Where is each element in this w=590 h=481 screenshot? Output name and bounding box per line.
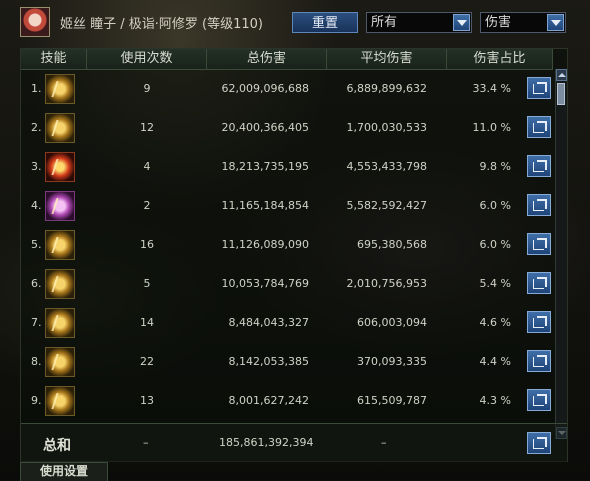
total-damage-cell: 8,142,053,385 <box>228 355 309 368</box>
column-header-uses[interactable]: 使用次数 <box>87 49 207 69</box>
average-damage-cell: 2,010,756,953 <box>346 277 427 290</box>
total-damage-cell: 10,053,784,769 <box>221 277 309 290</box>
total-average-cell: – <box>381 436 387 449</box>
column-header-share[interactable]: 伤害占比 <box>447 49 553 69</box>
uses-cell: 12 <box>140 121 154 134</box>
lightning-skill-icon <box>45 74 75 104</box>
scroll-thumb[interactable] <box>557 83 565 105</box>
burst-skill-icon <box>45 191 75 221</box>
row-index: 8. <box>31 355 42 368</box>
share-icon[interactable] <box>527 194 551 216</box>
table-row[interactable]: 4. 2 11,165,184,854 5,582,592,427 6.0 % <box>21 188 553 225</box>
average-damage-cell: 1,700,030,533 <box>346 121 427 134</box>
row-index: 3. <box>31 160 42 173</box>
share-icon[interactable] <box>527 272 551 294</box>
table-row[interactable]: 3. 4 18,213,735,195 4,553,433,798 9.8 % <box>21 149 553 186</box>
vortex-skill-icon <box>45 386 75 416</box>
average-damage-cell: 615,509,787 <box>357 394 427 407</box>
scroll-up-icon[interactable] <box>556 69 567 81</box>
row-index: 7. <box>31 316 42 329</box>
row-index: 1. <box>31 82 42 95</box>
row-index: 4. <box>31 199 42 212</box>
uses-cell: 22 <box>140 355 154 368</box>
total-damage-cell: 8,484,043,327 <box>228 316 309 329</box>
uses-cell: 9 <box>143 82 151 95</box>
total-label: 总和 <box>43 438 71 454</box>
row-index: 2. <box>31 121 42 134</box>
filter-select-value: 所有 <box>371 15 398 30</box>
reset-button[interactable]: 重置 <box>292 12 358 33</box>
average-damage-cell: 695,380,568 <box>357 238 427 251</box>
chevron-down-icon[interactable] <box>453 14 470 31</box>
share-icon[interactable] <box>527 389 551 411</box>
share-icon[interactable] <box>527 432 551 454</box>
column-header-skill[interactable]: 技能 <box>21 49 87 69</box>
row-index: 6. <box>31 277 42 290</box>
wave-skill-icon <box>45 230 75 260</box>
share-icon[interactable] <box>527 155 551 177</box>
column-header-total[interactable]: 总伤害 <box>207 49 327 69</box>
settings-tab[interactable]: 使用设置 <box>20 462 108 481</box>
total-damage-cell: 18,213,735,195 <box>221 160 309 173</box>
uses-cell: 16 <box>140 238 154 251</box>
figure-skill-icon <box>45 308 75 338</box>
damage-share-cell: 4.3 % <box>479 394 511 407</box>
metric-select[interactable]: 伤害 <box>480 12 566 33</box>
average-damage-cell: 606,003,094 <box>357 316 427 329</box>
table-scrollbar[interactable] <box>555 69 567 439</box>
eye-skill-icon <box>45 152 75 182</box>
damage-share-cell: 4.6 % <box>479 316 511 329</box>
average-damage-cell: 370,093,335 <box>357 355 427 368</box>
row-index: 5. <box>31 238 42 251</box>
share-icon[interactable] <box>527 116 551 138</box>
damage-share-cell: 11.0 % <box>472 121 511 134</box>
total-damage-cell: 20,400,366,405 <box>221 121 309 134</box>
chevron-down-icon[interactable] <box>547 14 564 31</box>
table-row[interactable]: 2. 12 20,400,366,405 1,700,030,533 11.0 … <box>21 110 553 147</box>
table-row[interactable]: 7. 14 8,484,043,327 606,003,094 4.6 % <box>21 305 553 342</box>
table-row[interactable]: 9. 13 8,001,627,242 615,509,787 4.3 % <box>21 383 553 420</box>
table-row[interactable]: 8. 22 8,142,053,385 370,093,335 4.4 % <box>21 344 553 381</box>
total-damage-cell: 11,165,184,854 <box>221 199 309 212</box>
table-row[interactable]: 5. 16 11,126,089,090 695,380,568 6.0 % <box>21 227 553 264</box>
total-damage-sum: 185,861,392,394 <box>219 436 314 449</box>
character-title: 姬丝 瞳子 / 极诣·阿修罗 (等级110) <box>60 17 263 32</box>
share-icon[interactable] <box>527 233 551 255</box>
row-index: 9. <box>31 394 42 407</box>
filter-select[interactable]: 所有 <box>366 12 472 33</box>
slash-skill-icon <box>45 113 75 143</box>
damage-share-cell: 33.4 % <box>472 82 511 95</box>
share-icon[interactable] <box>527 350 551 372</box>
uses-cell: 5 <box>143 277 151 290</box>
share-icon[interactable] <box>527 77 551 99</box>
share-icon[interactable] <box>527 311 551 333</box>
damage-share-cell: 4.4 % <box>479 355 511 368</box>
uses-cell: 14 <box>140 316 154 329</box>
uses-cell: 4 <box>143 160 151 173</box>
damage-table: 技能 使用次数 总伤害 平均伤害 伤害占比 1. 9 62,009,096,68… <box>20 48 568 462</box>
crescent-skill-icon <box>45 347 75 377</box>
total-damage-cell: 62,009,096,688 <box>221 82 309 95</box>
metric-select-value: 伤害 <box>485 15 512 30</box>
average-damage-cell: 4,553,433,798 <box>346 160 427 173</box>
total-damage-cell: 11,126,089,090 <box>221 238 309 251</box>
average-damage-cell: 5,582,592,427 <box>346 199 427 212</box>
table-header: 技能 使用次数 总伤害 平均伤害 伤害占比 <box>21 49 553 70</box>
damage-share-cell: 6.0 % <box>479 238 511 251</box>
character-avatar[interactable] <box>20 7 50 37</box>
uses-cell: 13 <box>140 394 154 407</box>
table-row[interactable]: 1. 9 62,009,096,688 6,889,899,632 33.4 % <box>21 71 553 108</box>
total-row: 总和 – 185,861,392,394 – <box>21 423 567 462</box>
average-damage-cell: 6,889,899,632 <box>346 82 427 95</box>
damage-share-cell: 9.8 % <box>479 160 511 173</box>
damage-share-cell: 6.0 % <box>479 199 511 212</box>
column-header-average[interactable]: 平均伤害 <box>327 49 447 69</box>
total-damage-cell: 8,001,627,242 <box>228 394 309 407</box>
damage-share-cell: 5.4 % <box>479 277 511 290</box>
uses-cell: 2 <box>143 199 151 212</box>
total-uses-cell: – <box>143 436 149 449</box>
table-row[interactable]: 6. 5 10,053,784,769 2,010,756,953 5.4 % <box>21 266 553 303</box>
ring-skill-icon <box>45 269 75 299</box>
